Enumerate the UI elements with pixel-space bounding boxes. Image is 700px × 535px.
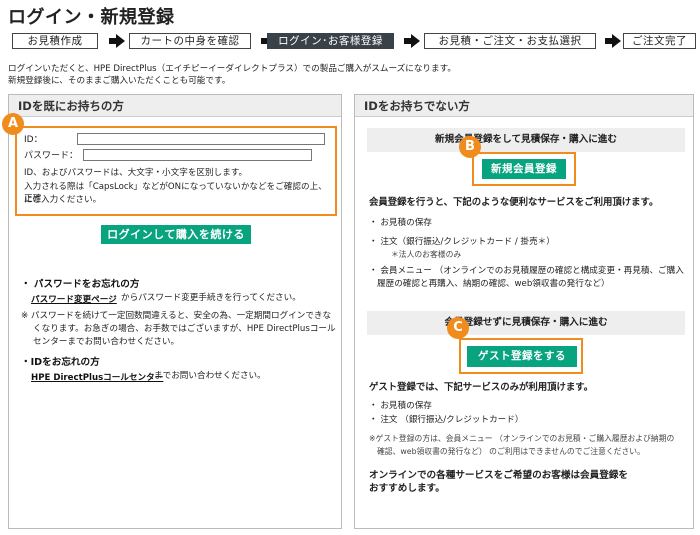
marker-c: C [447,317,469,339]
new-user-panel: IDをお持ちでない方 新規会員登録をして見積保存・購入に進む B 新規会員登録 … [354,94,694,529]
step-complete: ご注文完了 [623,33,696,49]
case-sensitivity-note: ID、およびパスワードは、大文字・小文字を区別します。 [24,168,248,178]
marker-a: A [2,113,24,135]
member-benefit-order: ・ 注文（銀行振込/クレジットカード / 掛売＊） [369,237,555,247]
existing-user-panel: IDを既にお持ちの方 A ID： パスワード： ID、およびパスワードは、大文字… [2,94,342,529]
guest-note-2: 確認、web領収書の発行など） のご利用はできませんのでご注意ください。 [377,447,645,456]
marker-b: B [459,136,481,158]
guest-note-1: ※ゲスト登録の方は、会員メニュー （オンラインでのお見積・ご購入履歴および納期の [369,434,675,443]
recommend-text-1: オンラインでの各種サービスをご希望のお客様は会員登録を [369,470,629,481]
guest-registration-subhead: 会員登録せずに見積保存・購入に進む [367,311,685,335]
step-arrow-icon [404,34,420,48]
existing-user-header: IDを既にお持ちの方 [9,95,341,117]
call-center-link[interactable]: HPE DirectPlusコールセンター [31,371,163,383]
id-label: ID： [24,135,43,145]
password-label: パスワード： [24,151,79,161]
step-arrow-icon [109,34,125,48]
password-input[interactable] [83,149,312,161]
member-benefits-lead: 会員登録を行うと、下記のような便利なサービスをご利用頂けます。 [369,197,659,208]
id-input[interactable] [77,133,325,145]
lock-note-2: くなります。お急ぎの場合、お手数ではございますが、HPE DirectPlusコ… [33,324,336,334]
step-cart: カートの中身を確認 [129,33,251,49]
guest-benefits-lead: ゲスト登録では、下記サービスのみが利用頂けます。 [369,382,594,393]
step-login: ログイン･お客様登録 [267,33,394,49]
intro-line-1: ログインいただくと、HPE DirectPlus（エイチピーイーダイレクトプラス… [8,64,456,74]
checkout-steps: お見積作成 カートの中身を確認 ログイン･お客様登録 お見積・ご注文・お支払選択… [12,33,696,49]
member-registration-subhead: 新規会員登録をして見積保存・購入に進む [367,128,685,152]
new-member-registration-button[interactable]: 新規会員登録 [482,159,566,179]
password-change-text: からパスワード変更手続きを行ってください。 [121,293,301,303]
guest-benefit-order: ・ 注文 （銀行振込/クレジットカード） [369,415,524,425]
step-estimate: お見積作成 [12,33,98,49]
recommend-text-2: おすすめします。 [369,483,445,494]
step-arrow-icon [605,34,621,48]
guest-registration-button[interactable]: ゲスト登録をする [467,346,577,367]
call-center-text: までお問い合わせください。 [154,371,266,381]
intro-line-2: 新規登録後に、そのままご購入いただくことも可能です。 [8,75,231,86]
intro-text: ログインいただくと、HPE DirectPlus（エイチピーイーダイレクトプラス… [8,64,456,87]
step-order-payment: お見積・ご注文・お支払選択 [424,33,596,49]
forgot-id-title: ・IDをお忘れの方 [21,357,100,368]
page-title: ログイン・新規登録 [8,7,175,28]
capslock-note-cont: にご入力ください。 [24,195,102,205]
forgot-password-title: ・ パスワードをお忘れの方 [21,279,140,290]
lock-note-3: センターまでお問い合わせください。 [33,337,180,347]
member-benefit-estimate: ・ お見積の保存 [369,218,432,228]
member-benefit-menu: ・ 会員メニュー （オンラインでのお見積履歴の確認と構成変更・再見積、ご購入 [369,266,684,276]
guest-benefit-estimate: ・ お見積の保存 [369,401,432,411]
password-change-link[interactable]: パスワード変更ページ [31,293,117,305]
lock-note-1: ※ パスワードを続けて一定回数間違えると、安全の為、一定期間ログインできな [21,311,332,321]
member-benefit-order-note: ＊法人のお客様のみ [391,250,462,259]
member-benefit-menu-cont: 履歴の確認と再購入、納期の確認、web領収書の発行など） [377,279,610,289]
new-user-header: IDをお持ちでない方 [355,95,693,117]
login-and-continue-button[interactable]: ログインして購入を続ける [101,225,251,244]
login-form: ID： パスワード： ID、およびパスワードは、大文字・小文字を区別します。 入… [15,126,337,216]
